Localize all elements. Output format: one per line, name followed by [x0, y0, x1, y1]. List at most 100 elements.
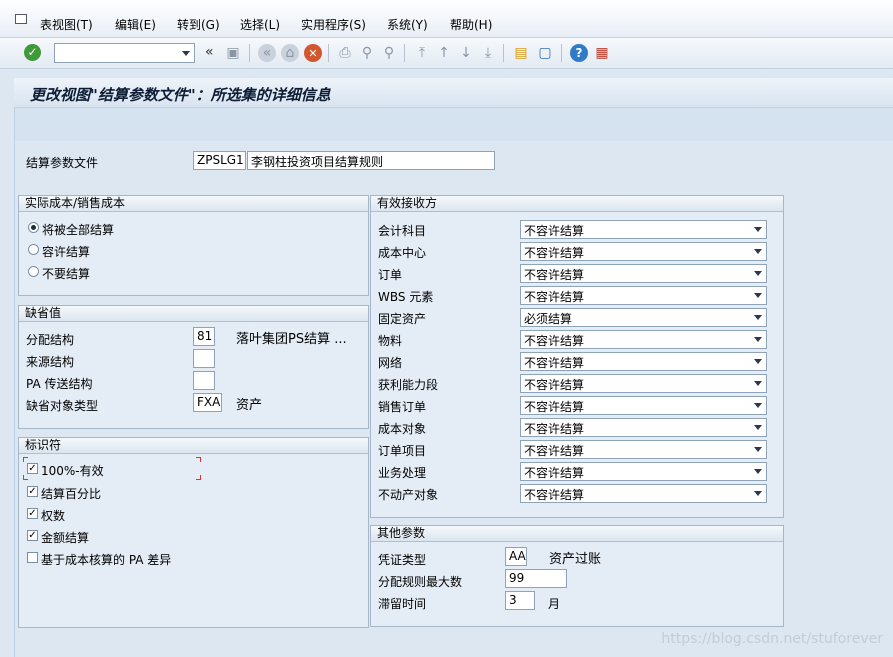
radio-settle-allowed[interactable]: [28, 244, 39, 255]
doc-type-field[interactable]: AA: [505, 547, 527, 566]
focus-marker: [23, 457, 28, 462]
receiver-dropdown-value: 不容许结算: [524, 334, 585, 348]
receiver-dropdown[interactable]: 不容许结算: [520, 352, 767, 371]
chevron-down-icon[interactable]: [182, 51, 190, 56]
pa-transfer-field[interactable]: [193, 371, 215, 390]
chevron-down-icon[interactable]: [754, 293, 762, 298]
receiver-dropdown[interactable]: 不容许结算: [520, 418, 767, 437]
create-session-icon[interactable]: ▤: [512, 44, 530, 62]
radio-no-settle-label: 不要结算: [42, 267, 91, 281]
chevron-down-icon[interactable]: [754, 491, 762, 496]
receiver-dropdown-value: 不容许结算: [524, 378, 585, 392]
source-structure-label: 来源结构: [26, 355, 75, 369]
checkbox-percentage-label: 结算百分比: [41, 487, 102, 501]
chevron-down-icon[interactable]: [754, 271, 762, 276]
chevron-down-icon[interactable]: [754, 315, 762, 320]
receiver-dropdown[interactable]: 不容许结算: [520, 286, 767, 305]
receiver-dropdown[interactable]: 不容许结算: [520, 264, 767, 283]
receiver-dropdown[interactable]: 不容许结算: [520, 484, 767, 503]
command-field[interactable]: [54, 43, 195, 63]
back-double-chevron-icon[interactable]: «: [205, 44, 214, 60]
exit-icon[interactable]: ⌂: [281, 44, 299, 62]
checkbox-amount-label: 金额结算: [41, 531, 90, 545]
retention-label: 滞留时间: [378, 597, 427, 611]
checkbox-percentage[interactable]: ✓: [27, 486, 38, 497]
profile-code-value: ZPSLG1: [197, 153, 244, 167]
toolbar-separator: [328, 44, 329, 62]
checkbox-amount[interactable]: ✓: [27, 530, 38, 541]
focus-marker: [196, 475, 201, 480]
find-icon[interactable]: ⚲: [358, 44, 376, 62]
alloc-structure-field[interactable]: 81: [193, 327, 215, 346]
checkbox-pa-variance-label: 基于成本核算的 PA 差异: [41, 553, 172, 567]
max-rules-value: 99: [509, 571, 525, 585]
receiver-label: 订单: [378, 268, 403, 282]
save-icon[interactable]: ▣: [224, 44, 242, 62]
radio-settle-allowed-label: 容许结算: [42, 245, 91, 259]
previous-page-icon[interactable]: ↑: [435, 44, 453, 62]
radio-no-settle[interactable]: [28, 266, 39, 277]
receiver-label: 会计科目: [378, 224, 427, 238]
toolbar-separator: [561, 44, 562, 62]
first-page-icon[interactable]: ⤒: [413, 44, 431, 62]
checkbox-pa-variance[interactable]: [27, 552, 38, 563]
menu-edit[interactable]: 编辑(E): [115, 16, 156, 33]
other-params-heading: 其他参数: [371, 526, 783, 542]
default-object-type-field[interactable]: FXA: [193, 393, 222, 412]
layout-menu-icon[interactable]: ▦: [593, 44, 611, 62]
max-rules-label: 分配规则最大数: [378, 575, 463, 589]
alloc-structure-value: 81: [197, 329, 213, 343]
menu-table-view[interactable]: 表视图(T): [40, 16, 93, 33]
menu-icon[interactable]: [15, 14, 27, 24]
menu-goto[interactable]: 转到(G): [177, 16, 220, 33]
chevron-down-icon[interactable]: [754, 469, 762, 474]
source-structure-field[interactable]: [193, 349, 215, 368]
receiver-dropdown[interactable]: 不容许结算: [520, 440, 767, 459]
checkbox-weighting[interactable]: ✓: [27, 508, 38, 519]
menu-help[interactable]: 帮助(H): [450, 16, 492, 33]
menu-utilities[interactable]: 实用程序(S): [301, 16, 366, 33]
profile-code-field[interactable]: ZPSLG1: [193, 151, 246, 170]
chevron-down-icon[interactable]: [754, 381, 762, 386]
retention-field[interactable]: 3: [505, 591, 535, 610]
chevron-down-icon[interactable]: [754, 403, 762, 408]
max-rules-field[interactable]: 99: [505, 569, 567, 588]
receiver-dropdown[interactable]: 不容许结算: [520, 242, 767, 261]
focus-marker: [196, 457, 201, 462]
cancel-icon[interactable]: ✕: [304, 44, 322, 62]
receiver-dropdown[interactable]: 必须结算: [520, 308, 767, 327]
receivers-heading: 有效接收方: [371, 196, 783, 212]
checkbox-100-valid-label: 100%-有效: [41, 464, 104, 478]
menu-select[interactable]: 选择(L): [240, 16, 280, 33]
defaults-heading: 缺省值: [19, 306, 368, 322]
chevron-down-icon[interactable]: [754, 337, 762, 342]
default-object-type-label: 缺省对象类型: [26, 399, 99, 413]
print-icon[interactable]: ⎙: [336, 44, 354, 62]
chevron-down-icon[interactable]: [754, 425, 762, 430]
receiver-dropdown[interactable]: 不容许结算: [520, 462, 767, 481]
shortcut-icon[interactable]: ▢: [536, 44, 554, 62]
enter-check-icon[interactable]: ✓: [24, 44, 41, 61]
toolbar-separator: [249, 44, 250, 62]
receiver-dropdown[interactable]: 不容许结算: [520, 220, 767, 239]
receiver-dropdown[interactable]: 不容许结算: [520, 396, 767, 415]
radio-settle-fully[interactable]: [28, 222, 39, 233]
checkbox-100-valid[interactable]: ✓: [27, 463, 38, 474]
chevron-down-icon[interactable]: [754, 359, 762, 364]
chevron-down-icon[interactable]: [754, 227, 762, 232]
chevron-down-icon[interactable]: [754, 249, 762, 254]
next-page-icon[interactable]: ↓: [457, 44, 475, 62]
doc-type-label: 凭证类型: [378, 553, 427, 567]
find-next-icon[interactable]: ⚲: [380, 44, 398, 62]
chevron-down-icon[interactable]: [754, 447, 762, 452]
menu-system[interactable]: 系统(Y): [387, 16, 428, 33]
last-page-icon[interactable]: ⤓: [479, 44, 497, 62]
receiver-dropdown[interactable]: 不容许结算: [520, 330, 767, 349]
help-icon[interactable]: ?: [570, 44, 588, 62]
receiver-dropdown[interactable]: 不容许结算: [520, 374, 767, 393]
receiver-label: 销售订单: [378, 400, 427, 414]
back-icon[interactable]: «: [258, 44, 276, 62]
pa-transfer-label: PA 传送结构: [26, 377, 93, 391]
doc-type-text: 资产过账: [549, 552, 602, 567]
page-title: 更改视图"结算参数文件"：所选集的详细信息: [30, 86, 331, 104]
